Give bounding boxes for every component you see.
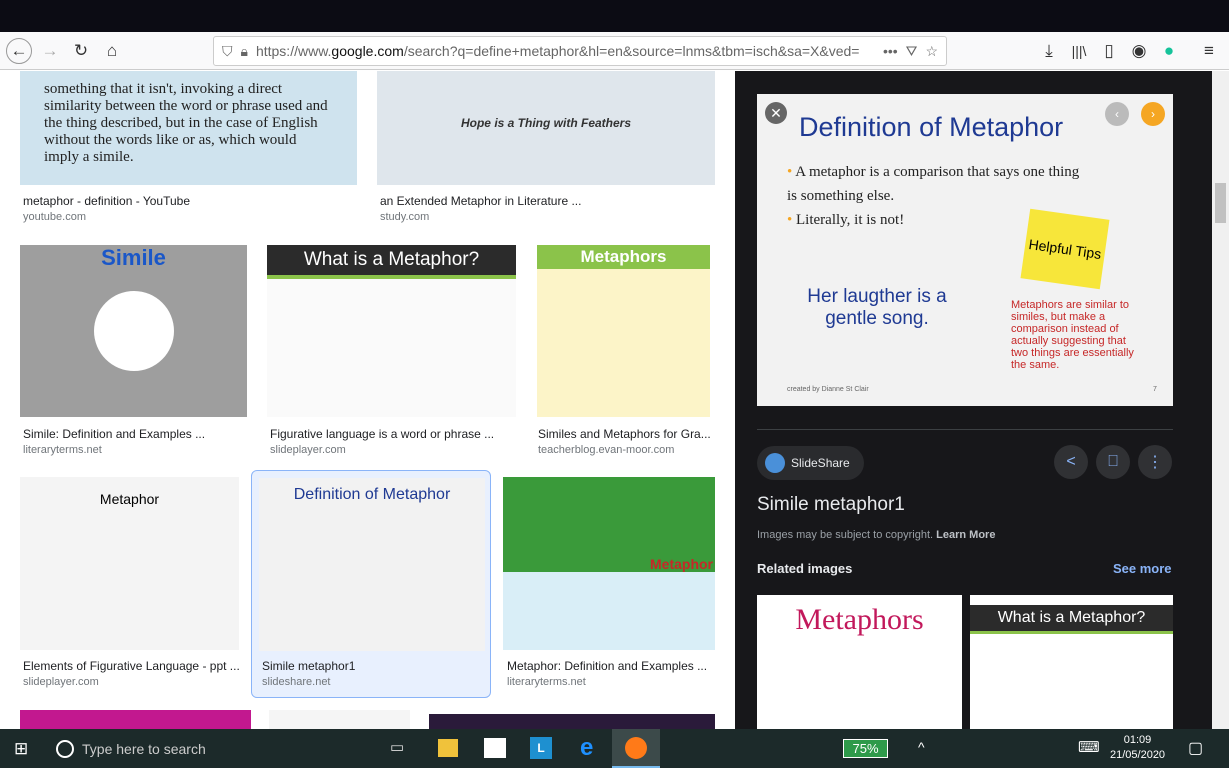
more-options-button[interactable]: ⋮ <box>1138 445 1172 479</box>
library-icon[interactable]: |||\ <box>1066 38 1092 64</box>
result-caption[interactable]: Metaphor: Definition and Examples ... <box>507 659 707 673</box>
page-actions-button[interactable]: ••• <box>883 43 898 59</box>
menu-icon[interactable]: ≡ <box>1196 38 1222 64</box>
result-thumbnail[interactable] <box>20 710 251 729</box>
back-icon[interactable]: ← <box>6 38 32 64</box>
pocket-icon[interactable]: ⛛ <box>906 43 918 60</box>
scrollbar[interactable] <box>1212 71 1229 729</box>
cortana-icon <box>56 739 74 758</box>
edge-icon[interactable]: e <box>580 734 593 762</box>
firefox-icon <box>625 737 647 759</box>
notifications-icon[interactable]: ▢ <box>1188 738 1203 758</box>
save-button[interactable]: ⎕ <box>1096 445 1130 479</box>
show-hidden-icons[interactable]: ^ <box>918 739 925 755</box>
result-source: literaryterms.net <box>23 444 102 456</box>
result-caption[interactable]: Simile: Definition and Examples ... <box>23 427 205 441</box>
divider <box>757 429 1173 430</box>
result-thumbnail[interactable]: Simile <box>20 245 247 417</box>
result-caption[interactable]: Elements of Figurative Language - ppt ..… <box>23 659 240 673</box>
result-source: study.com <box>380 211 430 223</box>
battery-indicator[interactable]: 75% <box>843 739 888 758</box>
related-images-heading: Related images <box>757 561 853 576</box>
reload-icon[interactable]: ↻ <box>68 38 94 64</box>
share-button[interactable]: < <box>1054 445 1088 479</box>
related-image[interactable]: Metaphors <box>757 595 962 729</box>
result-thumbnail[interactable]: What is a Metaphor? <box>267 245 516 417</box>
result-thumbnail[interactable] <box>269 710 410 729</box>
shield-icon: ⛉ <box>222 42 233 59</box>
result-source: youtube.com <box>23 211 86 223</box>
browser-toolbar: ← → ↻ ⌂ ⛉ 🔒︎ https://www.google.com/sear… <box>0 32 1229 70</box>
keyboard-icon[interactable]: ⌨ <box>1078 738 1100 756</box>
source-chip[interactable]: SlideShare <box>757 446 864 480</box>
see-more-link[interactable]: See more <box>1113 561 1172 576</box>
result-thumbnail[interactable]: something that it isn't, invoking a dire… <box>20 71 357 185</box>
preview-credit: created by Dianne St Clair <box>787 386 869 393</box>
forward-icon[interactable]: → <box>37 38 63 64</box>
image-results: something that it isn't, invoking a dire… <box>0 71 733 729</box>
result-thumbnail[interactable]: Hope is a Thing with Feathers <box>377 71 715 185</box>
result-source: slideplayer.com <box>270 444 346 456</box>
download-icon[interactable]: ⤓ <box>1036 38 1062 64</box>
url-bar[interactable]: ⛉ 🔒︎ https://www.google.com/search?q=def… <box>213 36 947 66</box>
preview-sticky-note: Helpful Tips <box>1020 208 1110 290</box>
home-icon[interactable]: ⌂ <box>99 38 125 64</box>
scrollbar-thumb[interactable] <box>1215 183 1226 223</box>
result-source: literaryterms.net <box>507 676 586 688</box>
taskbar: ⊞ Type here to search ▭ L e 75% ^ ⌨ 01:0… <box>0 729 1229 768</box>
result-thumbnail[interactable]: Metaphors <box>537 245 710 417</box>
preview-heading: Definition of Metaphor <box>799 112 1064 142</box>
url-prefix: https://www. <box>255 43 332 59</box>
close-icon[interactable]: ✕ <box>765 102 787 124</box>
related-image[interactable]: What is a Metaphor? <box>970 595 1173 729</box>
result-thumbnail[interactable]: Metaphor <box>503 477 715 650</box>
url-path: /search?q=define+metaphor&hl=en&source=l… <box>403 43 860 59</box>
taskbar-search[interactable]: Type here to search <box>46 729 366 768</box>
sidebar-icon[interactable]: ▯ <box>1096 38 1122 64</box>
learn-more-link[interactable]: Learn More <box>936 529 995 541</box>
result-thumbnail[interactable] <box>429 714 715 729</box>
app-l-icon[interactable]: L <box>530 737 552 759</box>
grammarly-icon[interactable]: ● <box>1156 38 1182 64</box>
preview-image[interactable]: ✕ Definition of Metaphor ‹ › • A metapho… <box>757 94 1173 406</box>
file-explorer-icon[interactable] <box>438 739 458 757</box>
task-view-icon[interactable]: ▭ <box>390 738 404 756</box>
result-caption[interactable]: Figurative language is a word or phrase … <box>270 427 494 441</box>
result-card[interactable]: Hope is a Thing with Feathers an Extende… <box>377 71 715 223</box>
result-card[interactable]: something that it isn't, invoking a dire… <box>20 71 357 223</box>
result-card-selected[interactable]: Definition of Metaphor Simile metaphor1 … <box>251 470 491 698</box>
url-domain: google.com <box>331 43 404 59</box>
account-icon[interactable]: ◉ <box>1126 38 1152 64</box>
preview-title[interactable]: Simile metaphor1 <box>757 494 905 516</box>
globe-icon <box>765 453 785 473</box>
result-caption[interactable]: Simile metaphor1 <box>262 659 355 673</box>
preview-side-text: Metaphors are similar to similes, but ma… <box>1011 299 1134 371</box>
preview-bullet: • A metaphor is a comparison that says o… <box>787 164 1080 204</box>
prev-icon[interactable]: ‹ <box>1105 102 1129 126</box>
clock[interactable]: 01:09 21/05/2020 <box>1110 733 1165 763</box>
title-bar <box>0 0 1229 32</box>
next-icon[interactable]: › <box>1141 102 1165 126</box>
lock-icon: 🔒︎ <box>240 42 248 59</box>
firefox-taskbar-button[interactable] <box>612 729 660 768</box>
copyright-notice: Images may be subject to copyright. <box>757 529 934 541</box>
store-icon[interactable] <box>484 738 506 758</box>
result-caption[interactable]: metaphor - definition - YouTube <box>23 194 190 208</box>
result-source: teacherblog.evan-moor.com <box>538 444 675 456</box>
preview-song-text: Her laugther is a gentle song. <box>807 286 947 329</box>
result-caption[interactable]: Similes and Metaphors for Gra... <box>538 427 713 441</box>
windows-start-icon[interactable]: ⊞ <box>14 739 28 759</box>
result-caption[interactable]: an Extended Metaphor in Literature ... <box>380 194 581 208</box>
result-thumbnail[interactable]: Metaphor <box>20 477 239 650</box>
preview-page-number: 7 <box>1153 386 1157 393</box>
result-source: slideshare.net <box>262 676 331 688</box>
result-source: slideplayer.com <box>23 676 99 688</box>
bookmark-star-icon[interactable]: ☆ <box>925 43 938 60</box>
result-thumbnail[interactable]: Definition of Metaphor <box>259 478 485 651</box>
preview-panel: ✕ Definition of Metaphor ‹ › • A metapho… <box>735 71 1212 729</box>
